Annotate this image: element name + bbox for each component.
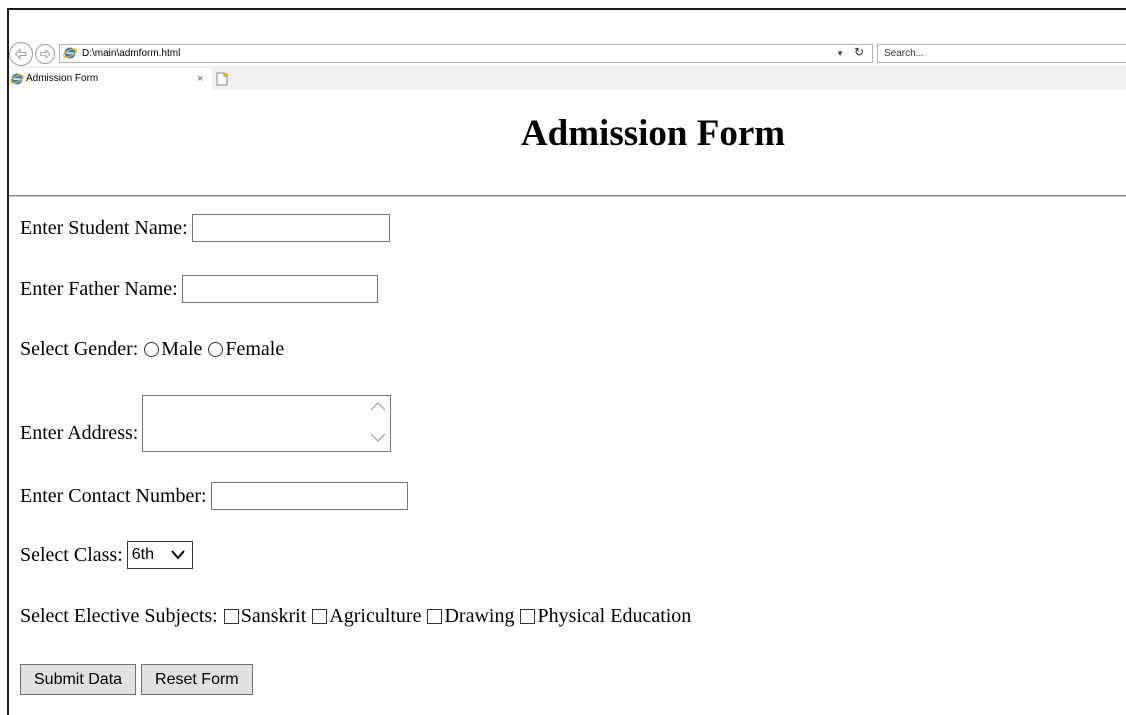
student-name-row: Enter Student Name: xyxy=(20,214,390,242)
address-textarea[interactable] xyxy=(142,395,392,452)
gender-label: Select Gender: xyxy=(20,338,139,360)
tab-admission-form[interactable]: Admission Form × xyxy=(9,68,212,90)
address-dropdown-icon[interactable]: ▼ xyxy=(836,45,844,62)
reset-button[interactable]: Reset Form xyxy=(141,664,253,695)
electives-row: Select Elective Subjects: Sanskrit Agric… xyxy=(20,605,691,628)
address-label: Enter Address: xyxy=(20,422,139,444)
address-bar[interactable]: D:\main\admform.html ▼ ↻ xyxy=(59,44,873,63)
gender-female-radio[interactable] xyxy=(208,342,224,357)
tab-bar: Admission Form × xyxy=(9,66,1126,90)
contact-number-input[interactable] xyxy=(210,482,408,510)
browser-window: D:\main\admform.html ▼ ↻ Search... Admis… xyxy=(0,0,1126,715)
class-row: Select Class: 6th xyxy=(20,541,193,569)
forward-button[interactable] xyxy=(35,44,55,64)
back-arrow-icon xyxy=(14,48,27,60)
close-tab-icon[interactable]: × xyxy=(197,68,203,90)
gender-female-label: Female xyxy=(225,338,285,360)
elective-agriculture-label: Agriculture xyxy=(329,605,422,627)
horizontal-rule xyxy=(9,195,1126,197)
form-buttons-row: Submit Data Reset Form xyxy=(20,664,258,695)
contact-row: Enter Contact Number: xyxy=(20,482,408,510)
new-tab-icon[interactable] xyxy=(215,72,229,86)
submit-button[interactable]: Submit Data xyxy=(20,664,137,695)
elective-agriculture-checkbox[interactable] xyxy=(312,609,328,624)
search-placeholder: Search... xyxy=(884,48,925,59)
chevron-down-icon xyxy=(171,550,185,560)
elective-drawing-checkbox[interactable] xyxy=(427,609,443,624)
search-input[interactable]: Search... xyxy=(877,44,1126,63)
address-bar-row: D:\main\admform.html ▼ ↻ Search... xyxy=(9,10,1126,66)
url-text: D:\main\admform.html xyxy=(82,48,181,59)
elective-sanskrit-checkbox[interactable] xyxy=(223,609,239,624)
contact-label: Enter Contact Number: xyxy=(20,484,207,507)
class-selected-value: 6th xyxy=(131,546,155,563)
page-content: Admission Form Enter Student Name: Enter… xyxy=(9,90,1126,715)
ie-logo-icon xyxy=(62,46,78,66)
gender-male-label: Male xyxy=(161,338,203,360)
elective-sanskrit-label: Sanskrit xyxy=(240,605,307,627)
refresh-icon[interactable]: ↻ xyxy=(854,44,864,61)
gender-row: Select Gender: Male Female xyxy=(20,338,284,361)
back-button[interactable] xyxy=(9,42,33,66)
forward-arrow-icon xyxy=(40,49,51,59)
student-name-input[interactable] xyxy=(191,214,390,242)
elective-physical-education-checkbox[interactable] xyxy=(520,609,536,624)
father-name-row: Enter Father Name: xyxy=(20,275,378,303)
student-name-label: Enter Student Name: xyxy=(20,216,188,239)
textarea-scrollbar[interactable] xyxy=(366,396,390,451)
electives-label: Select Elective Subjects: xyxy=(20,605,218,627)
elective-physical-education-label: Physical Education xyxy=(537,605,692,627)
tab-label: Admission Form xyxy=(26,73,99,84)
father-name-input[interactable] xyxy=(181,275,378,303)
page-title: Admission Form xyxy=(520,113,786,154)
elective-drawing-label: Drawing xyxy=(444,605,515,627)
class-label: Select Class: xyxy=(20,543,123,566)
father-name-label: Enter Father Name: xyxy=(20,277,178,300)
gender-male-radio[interactable] xyxy=(144,342,160,357)
class-select[interactable]: 6th xyxy=(126,541,193,569)
address-row: Enter Address: xyxy=(20,395,392,452)
